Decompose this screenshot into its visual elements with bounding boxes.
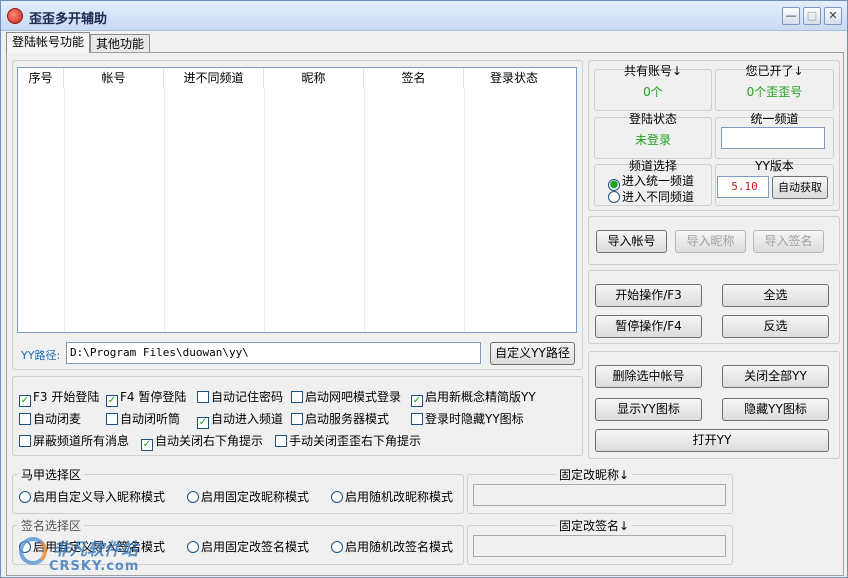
import-signatures-button[interactable]: 导入签名 xyxy=(753,230,824,253)
radio-unselected-icon xyxy=(187,491,199,503)
login-status-title: 登陆状态 xyxy=(628,112,677,126)
option-block-channel-messages[interactable]: 屏蔽频道所有消息 xyxy=(19,433,129,449)
close-button[interactable]: ✕ xyxy=(824,7,842,25)
tab-other-functions[interactable]: 其他功能 xyxy=(90,34,151,53)
window-title: 歪歪多开辅助 xyxy=(29,12,108,27)
checkbox-unchecked-icon xyxy=(411,413,423,425)
checkbox-checked-icon: ✓ xyxy=(19,395,31,407)
checkbox-unchecked-icon xyxy=(19,413,31,425)
pause-operation-button[interactable]: 暂停操作/F4 xyxy=(595,315,702,338)
column-header[interactable]: 帐号 xyxy=(64,68,164,88)
checkbox-unchecked-icon xyxy=(19,435,31,447)
checkbox-checked-icon: ✓ xyxy=(411,395,423,407)
unified-channel-title: 统一频道 xyxy=(750,112,799,126)
option-auto-mute-mic[interactable]: 自动闭麦 xyxy=(19,411,81,427)
option-auto-enter-channel[interactable]: ✓ 自动进入频道 xyxy=(197,411,283,429)
show-yy-icon-button[interactable]: 显示YY图标 xyxy=(595,398,702,421)
tab-login-accounts[interactable]: 登陆帐号功能 xyxy=(6,32,91,53)
site-watermark: 非凡软件站 CRSKY.com xyxy=(19,531,164,577)
radio-custom-import-nickname[interactable]: 启用自定义导入昵称模式 xyxy=(19,489,165,505)
option-netcafe-mode[interactable]: 启动网吧模式登录 xyxy=(291,389,401,405)
select-all-button[interactable]: 全选 xyxy=(722,284,829,307)
column-header[interactable]: 登录状态 xyxy=(464,68,564,88)
radio-unselected-icon xyxy=(608,191,620,203)
unified-channel-input[interactable] xyxy=(721,127,825,149)
option-server-mode[interactable]: 启动服务器模式 xyxy=(291,411,389,427)
accounts-table[interactable]: 序号 帐号 进不同频道 昵称 签名 登录状态 xyxy=(17,67,577,333)
auto-fetch-button[interactable]: 自动获取 xyxy=(772,176,828,199)
checkbox-unchecked-icon xyxy=(197,391,209,403)
custom-yy-path-button[interactable]: 自定义YY路径 xyxy=(490,342,575,365)
fixed-nickname-title: 固定改昵称↓ xyxy=(556,466,633,483)
checkbox-unchecked-icon xyxy=(291,413,303,425)
title-bar[interactable]: 歪歪多开辅助 — □ ✕ xyxy=(1,1,847,31)
radio-fixed-signature[interactable]: 启用固定改签名模式 xyxy=(187,539,309,555)
yy-path-label: YY路径: xyxy=(21,349,61,362)
table-body[interactable] xyxy=(18,88,576,332)
radio-unselected-icon xyxy=(19,491,31,503)
option-manual-close-tray-tips[interactable]: 手动关闭歪歪右下角提示 xyxy=(275,433,421,449)
minimize-button[interactable]: — xyxy=(782,7,800,25)
checkbox-checked-icon: ✓ xyxy=(106,395,118,407)
checkbox-unchecked-icon xyxy=(291,391,303,403)
main-window: 歪歪多开辅助 — □ ✕ 登陆帐号功能 其他功能 序号 帐号 进不同频道 昵称 … xyxy=(0,0,848,578)
radio-unselected-icon xyxy=(331,491,343,503)
yy-version-title: YY版本 xyxy=(755,159,794,173)
login-status-value: 未登录 xyxy=(634,133,671,147)
opened-value: 0个歪歪号 xyxy=(746,85,803,99)
watermark-text-en: CRSKY.com xyxy=(49,559,140,574)
radio-random-nickname[interactable]: 启用随机改昵称模式 xyxy=(331,489,453,505)
option-f4-pause-login[interactable]: ✓ F4 暂停登陆 xyxy=(106,389,186,407)
start-operation-button[interactable]: 开始操作/F3 xyxy=(595,284,702,307)
checkbox-checked-icon: ✓ xyxy=(141,439,153,451)
option-f3-start-login[interactable]: ✓ F3 开始登陆 xyxy=(19,389,99,407)
yy-version-input[interactable]: 5.10 xyxy=(717,176,769,198)
fixed-signature-input[interactable] xyxy=(473,535,726,557)
column-header[interactable]: 进不同频道 xyxy=(164,68,264,88)
option-lite-yy[interactable]: ✓ 启用新概念精简版YY xyxy=(411,389,536,407)
option-auto-mute-earpiece[interactable]: 自动闭听筒 xyxy=(106,411,180,427)
close-all-yy-button[interactable]: 关闭全部YY xyxy=(722,365,829,388)
total-accounts-value: 0个 xyxy=(643,85,663,99)
vest-select-title: 马甲选择区 xyxy=(18,466,85,483)
checkbox-unchecked-icon xyxy=(106,413,118,425)
fixed-signature-title: 固定改签名↓ xyxy=(556,517,633,534)
radio-fixed-nickname[interactable]: 启用固定改昵称模式 xyxy=(187,489,309,505)
radio-different-channel[interactable]: 进入不同频道 xyxy=(608,189,694,205)
import-nicknames-button[interactable]: 导入昵称 xyxy=(675,230,746,253)
option-hide-yy-icon-on-login[interactable]: 登录时隐藏YY图标 xyxy=(411,411,524,427)
invert-selection-button[interactable]: 反选 xyxy=(722,315,829,338)
yy-path-input[interactable]: D:\Program Files\duowan\yy\ xyxy=(66,342,481,364)
radio-unselected-icon xyxy=(331,541,343,553)
table-header: 序号 帐号 进不同频道 昵称 签名 登录状态 xyxy=(18,68,576,88)
channel-select-title: 频道选择 xyxy=(628,159,677,173)
column-header[interactable]: 签名 xyxy=(364,68,464,88)
import-accounts-button[interactable]: 导入帐号 xyxy=(596,230,667,253)
watermark-logo-icon xyxy=(19,537,47,565)
column-header[interactable]: 序号 xyxy=(18,68,64,88)
open-yy-button[interactable]: 打开YY xyxy=(595,429,829,452)
column-header[interactable]: 昵称 xyxy=(264,68,364,88)
watermark-text-cn: 非凡软件站 xyxy=(53,540,138,560)
checkbox-checked-icon: ✓ xyxy=(197,417,209,429)
checkbox-unchecked-icon xyxy=(275,435,287,447)
hide-yy-icon-button[interactable]: 隐藏YY图标 xyxy=(722,398,829,421)
opened-title: 您已开了↓ xyxy=(745,64,804,78)
radio-unselected-icon xyxy=(187,541,199,553)
option-remember-password[interactable]: 自动记住密码 xyxy=(197,389,283,405)
app-logo-icon xyxy=(7,8,23,24)
option-auto-close-tray-tips[interactable]: ✓ 自动关闭右下角提示 xyxy=(141,433,263,451)
radio-random-signature[interactable]: 启用随机改签名模式 xyxy=(331,539,453,555)
total-accounts-title: 共有账号↓ xyxy=(623,64,683,78)
fixed-nickname-input[interactable] xyxy=(473,484,726,506)
delete-selected-button[interactable]: 删除选中帐号 xyxy=(595,365,702,388)
maximize-button[interactable]: □ xyxy=(803,7,821,25)
